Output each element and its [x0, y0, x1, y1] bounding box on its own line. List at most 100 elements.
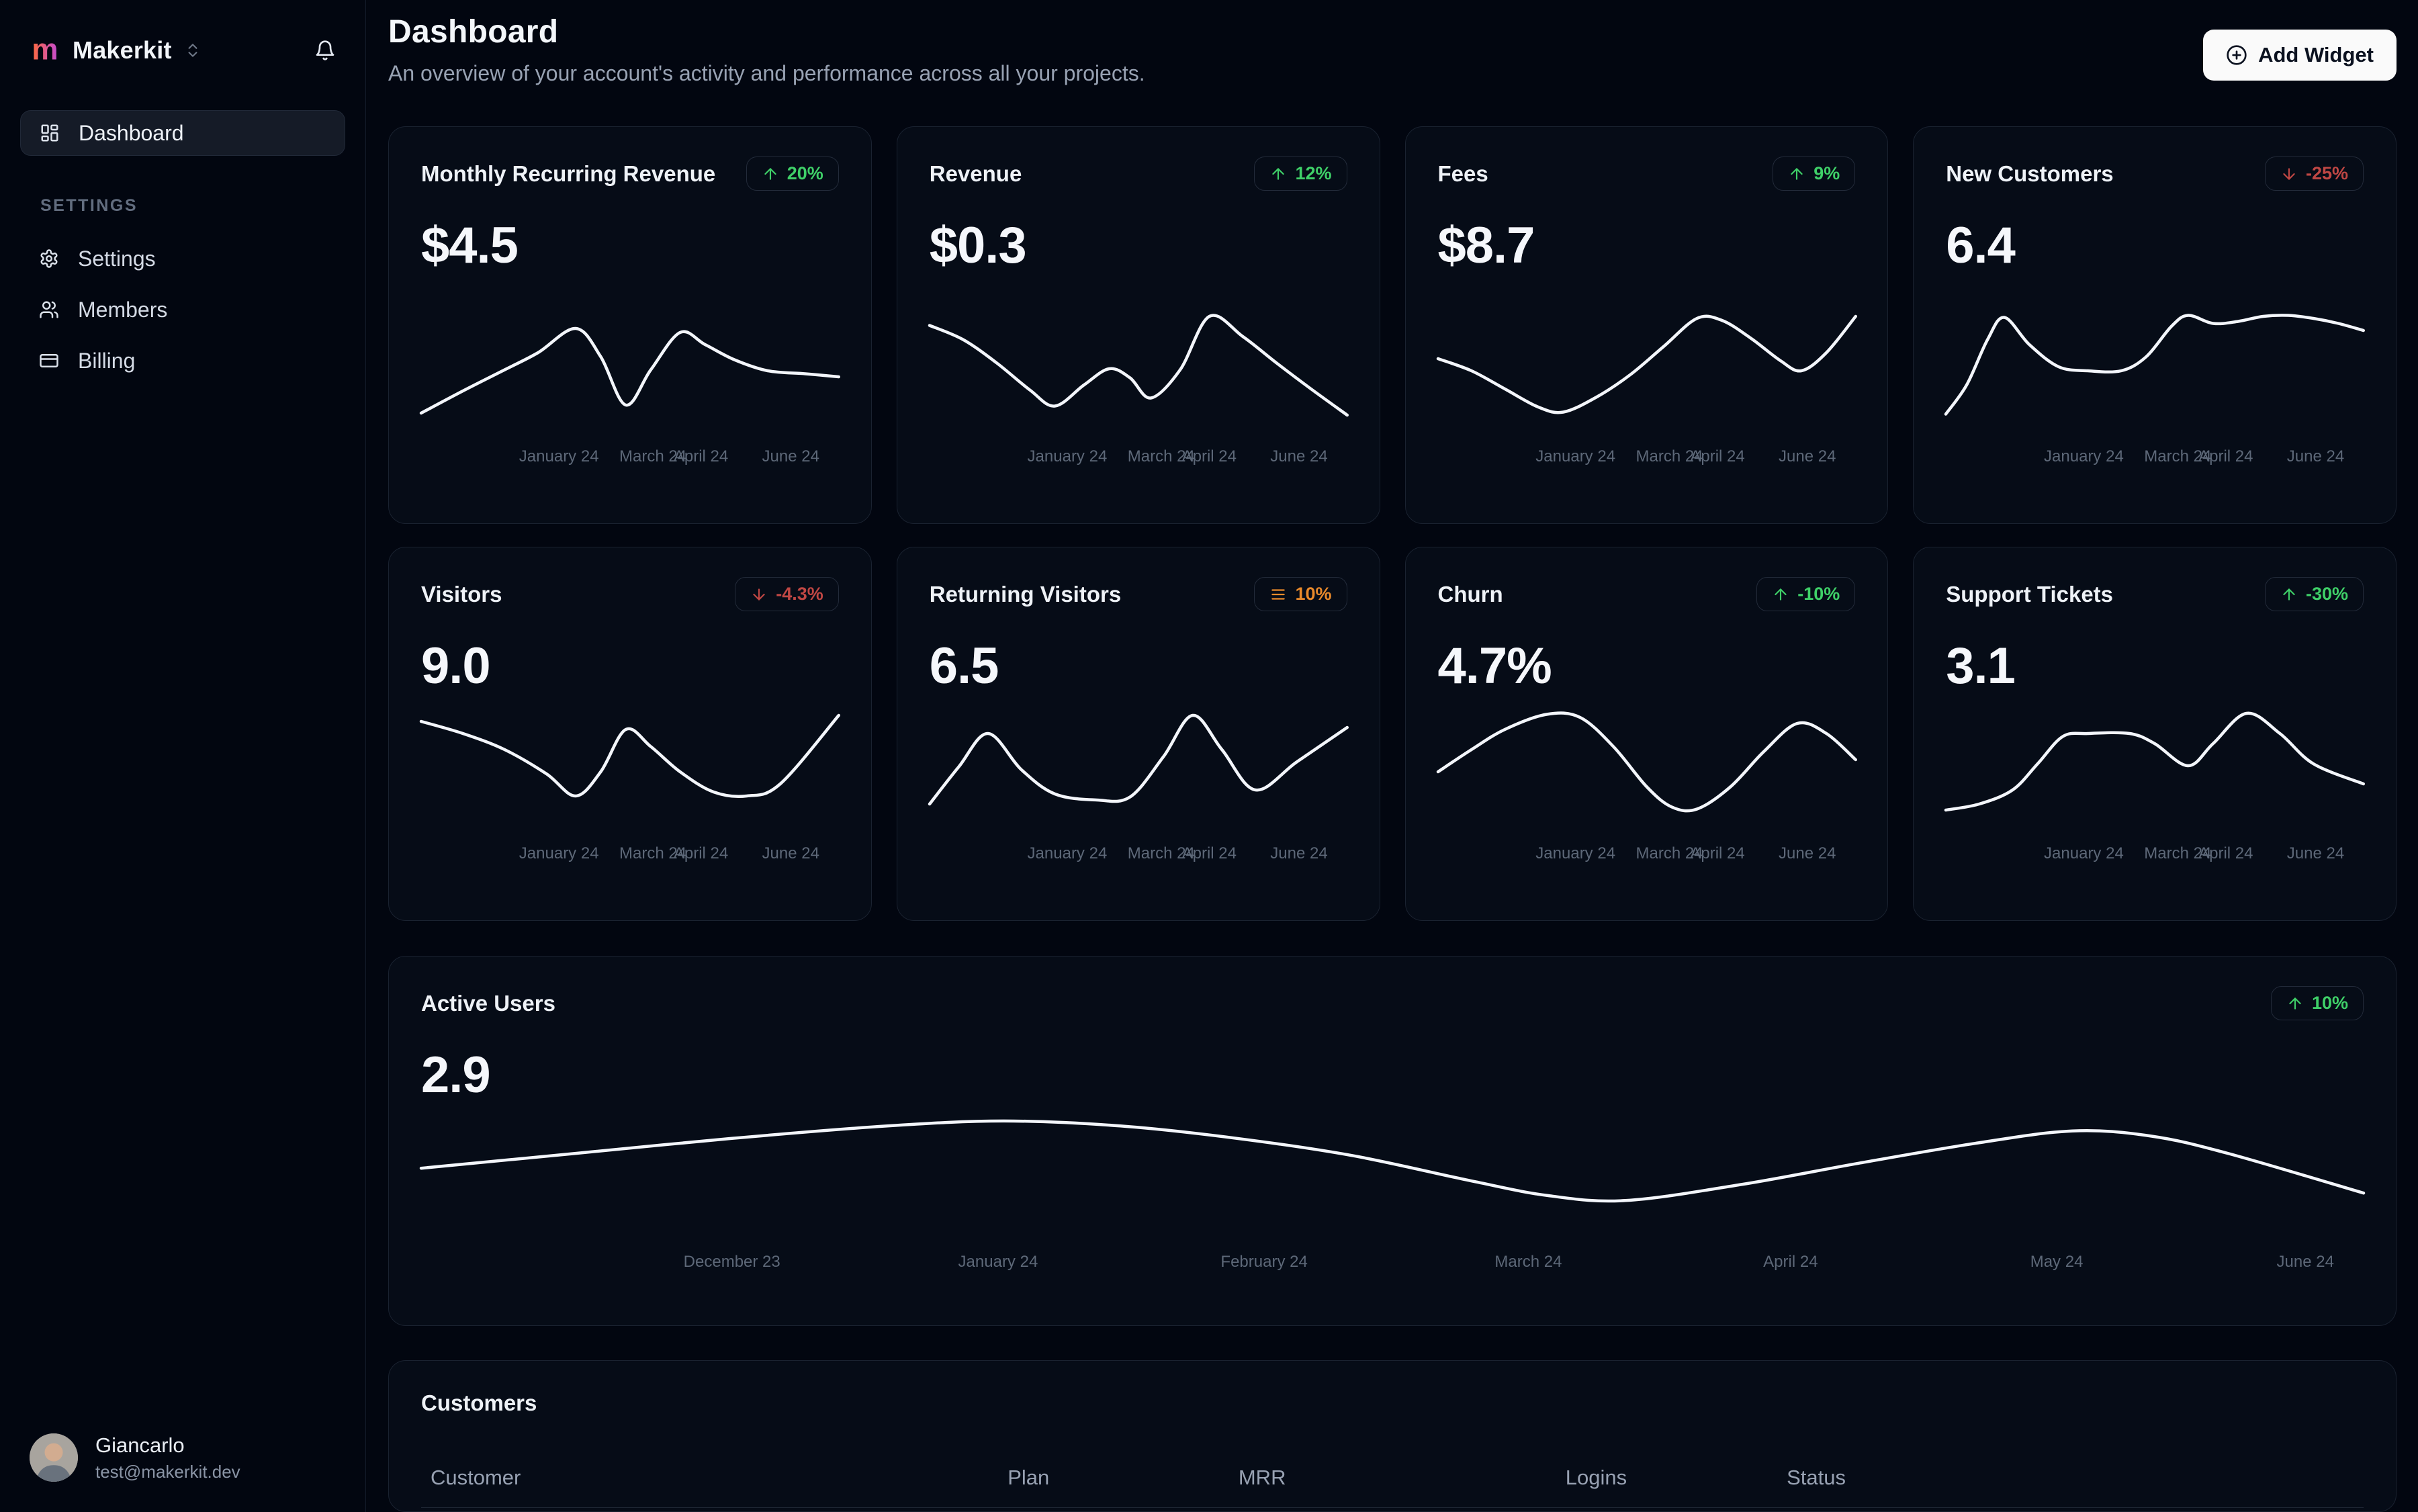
x-axis-labels: January 24 March 24 April 24 June 24 — [1946, 447, 2364, 469]
trend-badge: 12% — [1254, 157, 1347, 191]
axis-label: January 24 — [2044, 447, 2124, 465]
customers-card: Customers Customer Plan MRR Logins Statu… — [388, 1360, 2397, 1512]
arrow-down-icon — [753, 588, 765, 601]
avatar — [30, 1433, 78, 1482]
sidebar-item-dashboard[interactable]: Dashboard — [20, 110, 345, 156]
sparkline-chart: January 24 March 24 April 24 June 24 — [1946, 711, 2364, 862]
axis-label: June 24 — [762, 844, 819, 862]
x-axis-labels: January 24 March 24 April 24 June 24 — [1438, 447, 1856, 469]
user-profile-button[interactable]: Giancarlo test@makerkit.dev — [20, 1413, 345, 1512]
metric-card-support-tickets: Support Tickets -30% 3.1 January 24 Marc… — [1913, 547, 2397, 921]
sidebar: m Makerkit Dashboard SETTINGS Settings M… — [0, 0, 366, 1512]
main-content: Dashboard An overview of your account's … — [366, 0, 2418, 1512]
sidebar-item-label: Dashboard — [79, 120, 184, 145]
arrow-up-icon — [1791, 167, 1803, 180]
axis-label: January 24 — [1027, 447, 1108, 465]
metric-value: 9.0 — [421, 637, 491, 695]
axis-label: April 24 — [2198, 447, 2253, 465]
axis-label: January 24 — [519, 447, 599, 465]
metric-card-churn: Churn -10% 4.7% January 24 March 24 Apri… — [1404, 547, 1889, 921]
metric-value: $4.5 — [421, 217, 519, 274]
card-title: Fees — [1437, 161, 1488, 186]
x-axis-labels: January 24 March 24 April 24 June 24 — [1438, 844, 1856, 866]
axis-label: April 24 — [1690, 844, 1745, 862]
trend-badge: 9% — [1773, 157, 1856, 191]
active-users-chart: December 23 January 24 February 24 March… — [421, 1104, 2364, 1271]
notifications-bell-icon[interactable] — [314, 40, 336, 61]
card-head: Visitors -4.3% — [421, 577, 839, 611]
sidebar-item-label: Billing — [78, 348, 136, 373]
arrow-up-icon — [1775, 588, 1787, 601]
metric-value: 6.5 — [929, 637, 999, 695]
card-head: Revenue 12% — [930, 157, 1347, 191]
page-header-text: Dashboard An overview of your account's … — [388, 13, 1145, 86]
axis-label: January 24 — [1535, 447, 1616, 465]
trend-value: 20% — [787, 163, 823, 183]
metric-value: 4.7% — [1437, 637, 1552, 695]
user-email: test@makerkit.dev — [95, 1462, 240, 1482]
axis-label: April 24 — [1181, 844, 1237, 862]
trend-value: 10% — [2311, 993, 2348, 1013]
card-head: Monthly Recurring Revenue 20% — [421, 157, 839, 191]
x-axis-labels: December 23 January 24 February 24 March… — [421, 1253, 2364, 1274]
app-root: m Makerkit Dashboard SETTINGS Settings M… — [0, 0, 2418, 1512]
trend-badge: 10% — [1254, 577, 1347, 611]
page-subtitle: An overview of your account's activity a… — [388, 61, 1145, 85]
metric-value: 2.9 — [421, 1047, 491, 1104]
axis-label: June 24 — [1779, 844, 1836, 862]
brand-logo-icon: m — [32, 35, 58, 66]
trend-badge: -4.3% — [735, 577, 839, 611]
trend-value: 10% — [1295, 584, 1332, 604]
metric-cards-grid: Monthly Recurring Revenue 20% $4.5 Janua… — [388, 126, 2397, 921]
axis-label: June 24 — [1779, 447, 1836, 465]
sidebar-section-settings-label: SETTINGS — [40, 196, 138, 215]
trend-value: 9% — [1814, 163, 1840, 183]
column-header-customer: Customer — [431, 1466, 521, 1489]
card-head: Active Users 10% — [421, 986, 2364, 1020]
column-header-status: Status — [1787, 1466, 1846, 1489]
card-head: New Customers -25% — [1946, 157, 2364, 191]
trend-value: -10% — [1797, 584, 1840, 604]
axis-label: January 24 — [2044, 844, 2124, 862]
metric-card-fees: Fees 9% $8.7 January 24 March 24 April 2… — [1404, 126, 1889, 524]
customers-title: Customers — [421, 1390, 537, 1415]
workspace-selector[interactable]: m Makerkit — [20, 0, 345, 101]
card-title: Support Tickets — [1946, 581, 2114, 607]
dashboard-grid-icon — [40, 123, 60, 143]
axis-label: June 24 — [2276, 1253, 2334, 1271]
trend-value: -4.3% — [776, 584, 823, 604]
metric-value: 6.4 — [1946, 217, 2016, 274]
axis-label: June 24 — [2286, 447, 2345, 465]
sidebar-item-members[interactable]: Members — [20, 284, 345, 335]
metric-card-visitors: Visitors -4.3% 9.0 January 24 March 24 A… — [388, 547, 872, 921]
user-name: Giancarlo — [95, 1433, 185, 1457]
sparkline-chart: January 24 March 24 April 24 June 24 — [421, 314, 839, 465]
axis-label: January 24 — [1535, 844, 1616, 862]
arrow-up-icon — [1272, 167, 1285, 180]
card-title: Monthly Recurring Revenue — [421, 161, 716, 186]
sidebar-item-settings[interactable]: Settings — [20, 233, 345, 284]
add-widget-button[interactable]: Add Widget — [2203, 30, 2397, 81]
trend-value: -30% — [2305, 584, 2348, 604]
x-axis-labels: January 24 March 24 April 24 June 24 — [930, 844, 1347, 866]
metric-value: $0.3 — [929, 217, 1027, 274]
metric-card-monthly-recurring-revenue: Monthly Recurring Revenue 20% $4.5 Janua… — [388, 126, 872, 524]
card-head: Returning Visitors 10% — [930, 577, 1347, 611]
sidebar-item-billing[interactable]: Billing — [20, 335, 345, 386]
axis-label: April 24 — [1763, 1253, 1818, 1271]
card-head: Churn -10% — [1438, 577, 1856, 611]
axis-label: June 24 — [2286, 844, 2345, 862]
page-header: Dashboard An overview of your account's … — [388, 0, 2397, 86]
metric-value: $8.7 — [1437, 217, 1535, 274]
arrow-up-icon — [2289, 997, 2301, 1010]
axis-label: January 24 — [958, 1253, 1038, 1271]
sparkline-chart: January 24 March 24 April 24 June 24 — [1946, 314, 2364, 465]
card-title: New Customers — [1946, 161, 2114, 186]
axis-label: January 24 — [519, 844, 599, 862]
gear-icon — [39, 249, 59, 269]
card-title: Visitors — [421, 581, 502, 607]
trend-value: -25% — [2305, 163, 2348, 183]
trend-badge: 20% — [746, 157, 839, 191]
axis-label: April 24 — [673, 447, 729, 465]
axis-label: January 24 — [1027, 844, 1108, 862]
